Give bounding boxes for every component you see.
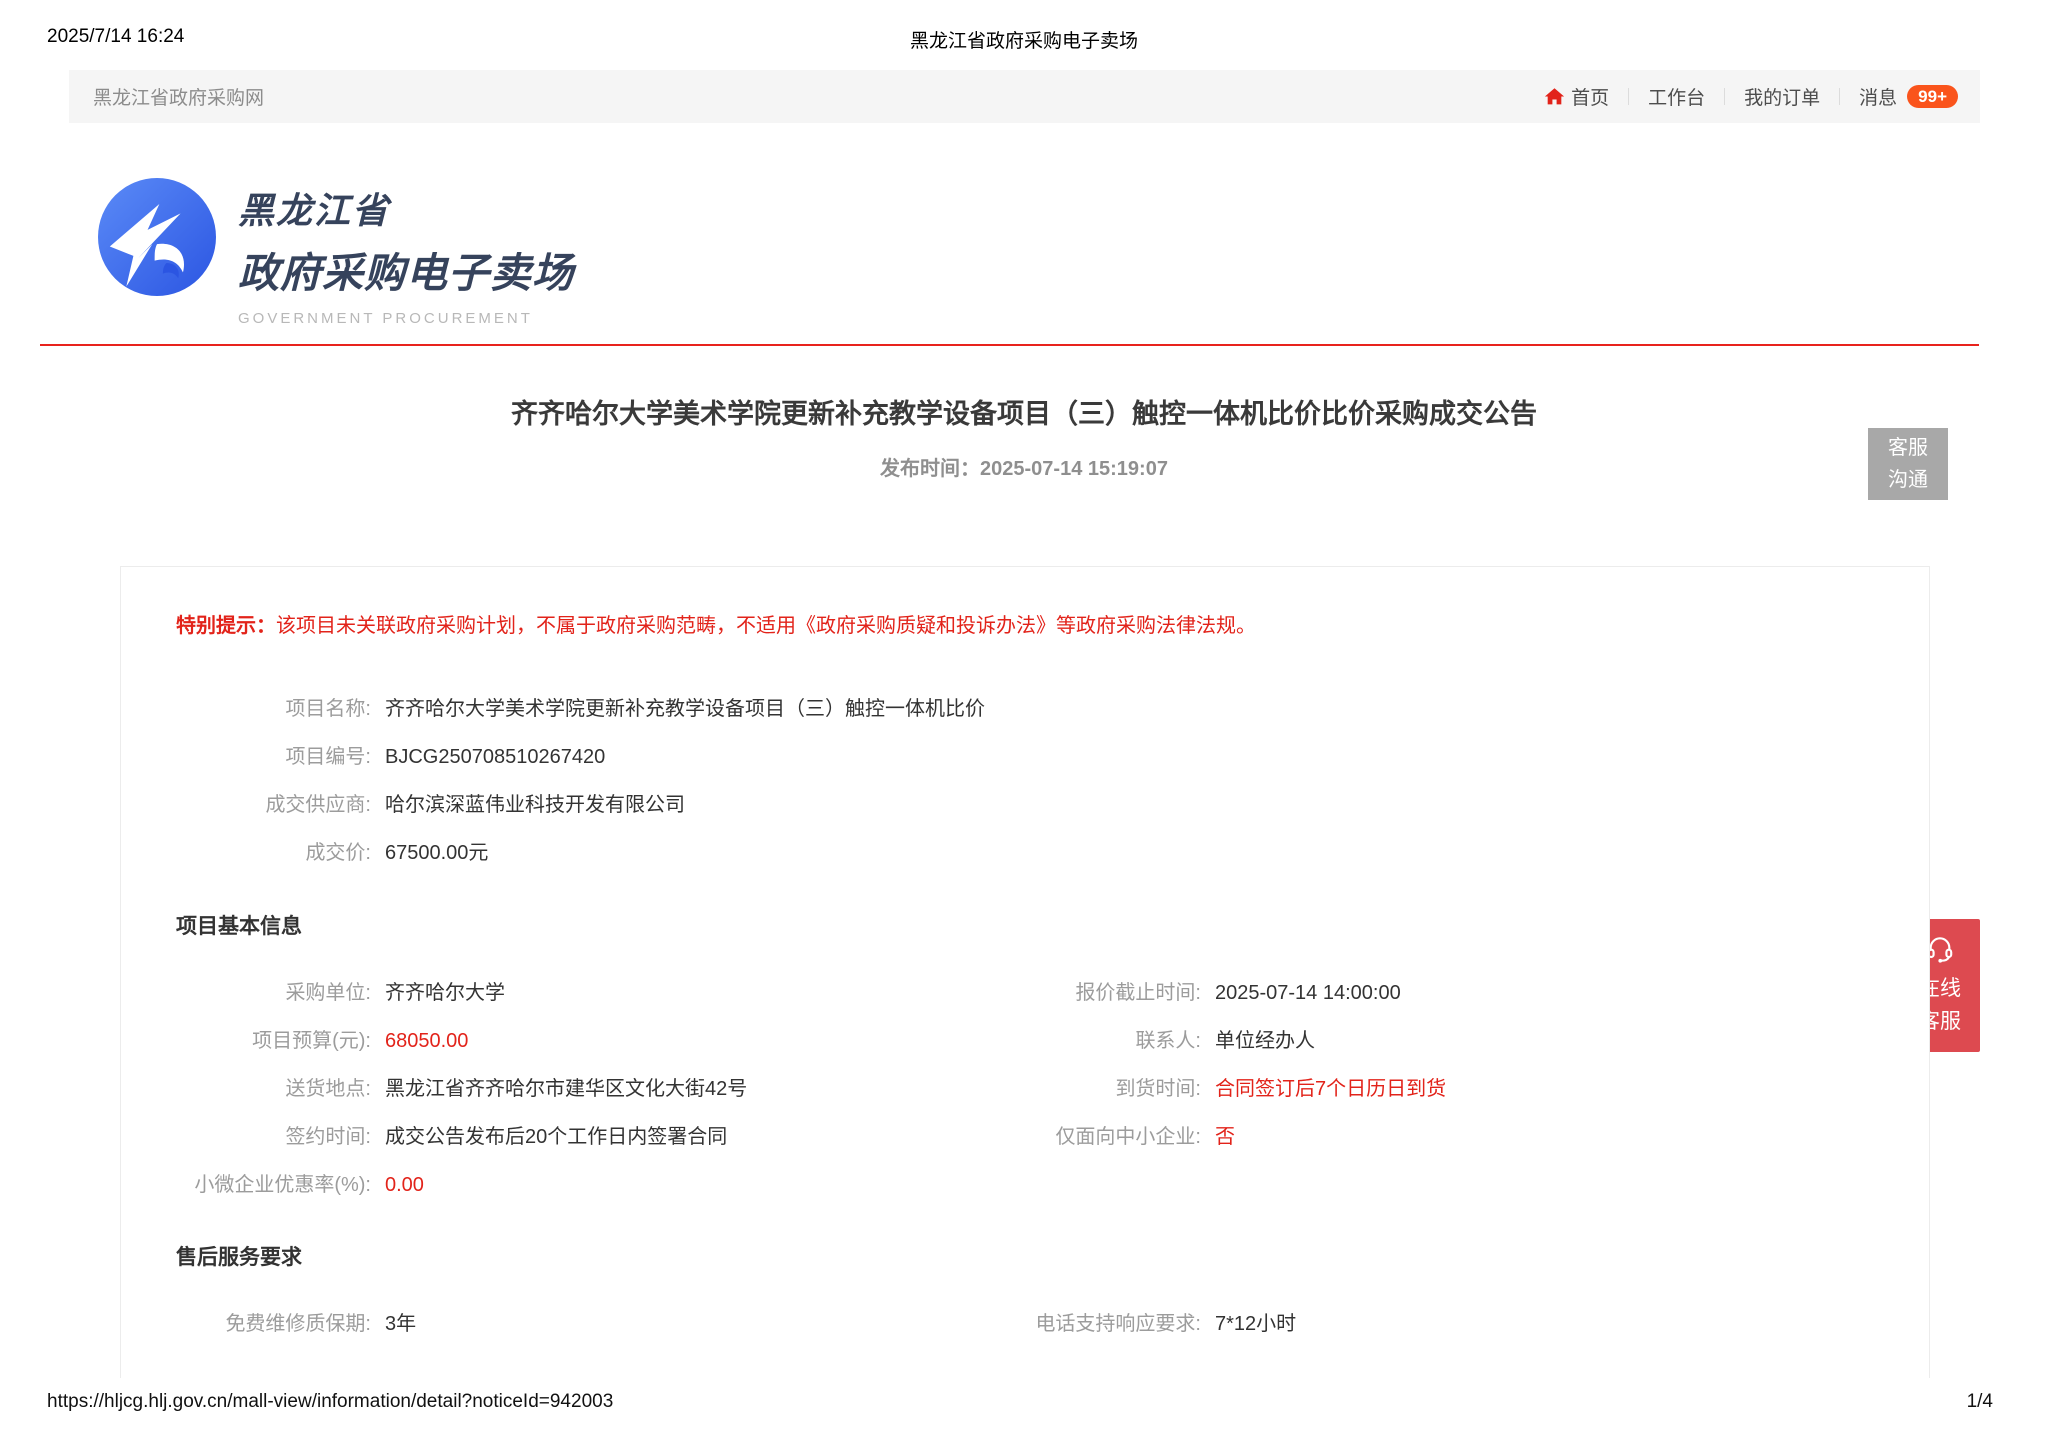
field: 项目名称: 齐齐哈尔大学美术学院更新补充教学设备项目（三）触控一体机比价 [176, 696, 985, 723]
field-label: 项目编号: [176, 744, 371, 771]
field-label: 项目名称: [176, 696, 371, 723]
red-divider [40, 344, 1979, 346]
special-notice-label: 特别提示： [176, 615, 276, 637]
field-label: 报价截止时间: [856, 980, 1201, 1007]
field-value: 3年 [385, 1311, 416, 1338]
basic-info-grid: 采购单位: 齐齐哈尔大学 报价截止时间: 2025-07-14 14:00:00 项目预… [176, 980, 1874, 1199]
field-label: 仅面向中小企业: [856, 1124, 1201, 1151]
field: 仅面向中小企业: 否 [856, 1124, 1874, 1151]
announcement-card: 特别提示：该项目未关联政府采购计划，不属于政府采购范畴，不适用《政府采购质疑和投… [120, 566, 1930, 1378]
service-chat-button[interactable]: 客服 沟通 [1868, 428, 1948, 500]
field-label: 联系人: [856, 1028, 1201, 1055]
basic-info-heading: 项目基本信息 [176, 910, 1874, 940]
field-label: 送货地点: [176, 1076, 371, 1103]
field-value: 单位经办人 [1215, 1028, 1315, 1055]
field-label: 小微企业优惠率(%): [176, 1172, 371, 1199]
field: 到货时间: 合同签订后7个日历日到货 [856, 1076, 1874, 1103]
nav-separator [1724, 88, 1725, 105]
logo-line3: GOVERNMENT PROCUREMENT [238, 310, 574, 327]
field-label: 签约时间: [176, 1124, 371, 1151]
message-count-badge[interactable]: 99+ [1907, 85, 1958, 108]
home-icon [1544, 86, 1565, 107]
field: 报价截止时间: 2025-07-14 14:00:00 [856, 980, 1874, 1007]
field-value: 成交公告发布后20个工作日内签署合同 [385, 1124, 727, 1151]
top-nav: 首页 工作台 我的订单 消息 99+ [1544, 83, 1958, 110]
nav-home[interactable]: 首页 [1544, 83, 1609, 110]
field: 送货地点: 黑龙江省齐齐哈尔市建华区文化大街42号 [176, 1076, 856, 1103]
topbar: 黑龙江省政府采购网 首页 工作台 我的订单 消息 99+ [69, 70, 1980, 123]
info-row: 小微企业优惠率(%): 0.00 [176, 1172, 1874, 1199]
field: 电话支持响应要求: 7*12小时 [856, 1311, 1874, 1338]
nav-home-label: 首页 [1571, 83, 1609, 110]
field-value: 齐齐哈尔大学 [385, 980, 505, 1007]
field-value: 7*12小时 [1215, 1311, 1296, 1338]
publish-time-value: 2025-07-14 15:19:07 [980, 458, 1168, 480]
nav-orders[interactable]: 我的订单 [1744, 83, 1820, 110]
summary-row: 项目编号: BJCG250708510267420 [176, 744, 1874, 771]
field: 采购单位: 齐齐哈尔大学 [176, 980, 856, 1007]
service-chat-line1: 客服 [1888, 432, 1928, 464]
nav-workbench[interactable]: 工作台 [1648, 83, 1705, 110]
print-url: https://hljcg.hlj.gov.cn/mall-view/infor… [47, 1391, 613, 1413]
field: 联系人: 单位经办人 [856, 1028, 1874, 1055]
special-notice-text: 该项目未关联政府采购计划，不属于政府采购范畴，不适用《政府采购质疑和投诉办法》等… [276, 615, 1256, 637]
publish-time-label: 发布时间： [880, 458, 980, 480]
field-label: 到货时间: [856, 1076, 1201, 1103]
special-notice: 特别提示：该项目未关联政府采购计划，不属于政府采购范畴，不适用《政府采购质疑和投… [176, 613, 1874, 640]
logo-line2: 政府采购电子卖场 [238, 239, 574, 299]
field: 免费维修质保期: 3年 [176, 1311, 856, 1338]
field-value: 0.00 [385, 1172, 424, 1199]
site-name: 黑龙江省政府采购网 [93, 83, 264, 110]
nav-messages[interactable]: 消息 [1859, 83, 1897, 110]
print-page: 2025/7/14 16:24 黑龙江省政府采购电子卖场 黑龙江省政府采购网 首… [0, 0, 2048, 1447]
announcement-title: 齐齐哈尔大学美术学院更新补充教学设备项目（三）触控一体机比价比价采购成交公告 [0, 392, 2048, 431]
info-row: 签约时间: 成交公告发布后20个工作日内签署合同 仅面向中小企业: 否 [176, 1124, 1874, 1151]
service-chat-line2: 沟通 [1888, 464, 1928, 496]
publish-time-line: 发布时间：2025-07-14 15:19:07 [0, 452, 2048, 481]
after-sales-grid: 免费维修质保期: 3年 电话支持响应要求: 7*12小时 [176, 1311, 1874, 1338]
field: 项目预算(元): 68050.00 [176, 1028, 856, 1055]
field-value: 哈尔滨深蓝伟业科技开发有限公司 [385, 792, 685, 819]
field-value: 68050.00 [385, 1028, 468, 1055]
field-value: 齐齐哈尔大学美术学院更新补充教学设备项目（三）触控一体机比价 [385, 696, 985, 723]
info-row: 免费维修质保期: 3年 电话支持响应要求: 7*12小时 [176, 1311, 1874, 1338]
field-label: 项目预算(元): [176, 1028, 371, 1055]
logo-text: 黑龙江省 政府采购电子卖场 GOVERNMENT PROCUREMENT [238, 178, 574, 327]
info-row: 送货地点: 黑龙江省齐齐哈尔市建华区文化大街42号 到货时间: 合同签订后7个日历日到… [176, 1076, 1874, 1103]
field-label: 采购单位: [176, 980, 371, 1007]
field-value: 67500.00元 [385, 840, 488, 867]
field: 项目编号: BJCG250708510267420 [176, 744, 605, 771]
after-sales-heading: 售后服务要求 [176, 1241, 1874, 1271]
site-logo: 黑龙江省 政府采购电子卖场 GOVERNMENT PROCUREMENT [98, 178, 574, 327]
field-value: 黑龙江省齐齐哈尔市建华区文化大街42号 [385, 1076, 747, 1103]
field-value: 2025-07-14 14:00:00 [1215, 980, 1401, 1007]
logo-line1: 黑龙江省 [238, 182, 574, 234]
field-label: 电话支持响应要求: [856, 1311, 1201, 1338]
print-page-indicator: 1/4 [1967, 1391, 1993, 1413]
info-row: 采购单位: 齐齐哈尔大学 报价截止时间: 2025-07-14 14:00:00 [176, 980, 1874, 1007]
field: 成交供应商: 哈尔滨深蓝伟业科技开发有限公司 [176, 792, 685, 819]
nav-separator [1628, 88, 1629, 105]
summary-fields: 项目名称:齐齐哈尔大学美术学院更新补充教学设备项目（三）触控一体机比价项目编号:… [176, 696, 1874, 867]
field-label: 免费维修质保期: [176, 1311, 371, 1338]
field-label: 成交供应商: [176, 792, 371, 819]
summary-row: 成交供应商: 哈尔滨深蓝伟业科技开发有限公司 [176, 792, 1874, 819]
field-label: 成交价: [176, 840, 371, 867]
field-value: 否 [1215, 1124, 1235, 1151]
nav-separator [1839, 88, 1840, 105]
summary-row: 成交价: 67500.00元 [176, 840, 1874, 867]
summary-row: 项目名称: 齐齐哈尔大学美术学院更新补充教学设备项目（三）触控一体机比价 [176, 696, 1874, 723]
info-row: 项目预算(元): 68050.00 联系人: 单位经办人 [176, 1028, 1874, 1055]
field: 小微企业优惠率(%): 0.00 [176, 1172, 856, 1199]
field: 成交价: 67500.00元 [176, 840, 488, 867]
print-doc-title: 黑龙江省政府采购电子卖场 [0, 26, 2048, 53]
field: 签约时间: 成交公告发布后20个工作日内签署合同 [176, 1124, 856, 1151]
field-value: BJCG250708510267420 [385, 744, 605, 771]
field-value: 合同签订后7个日历日到货 [1215, 1076, 1446, 1103]
dragon-logo-icon [98, 178, 216, 296]
